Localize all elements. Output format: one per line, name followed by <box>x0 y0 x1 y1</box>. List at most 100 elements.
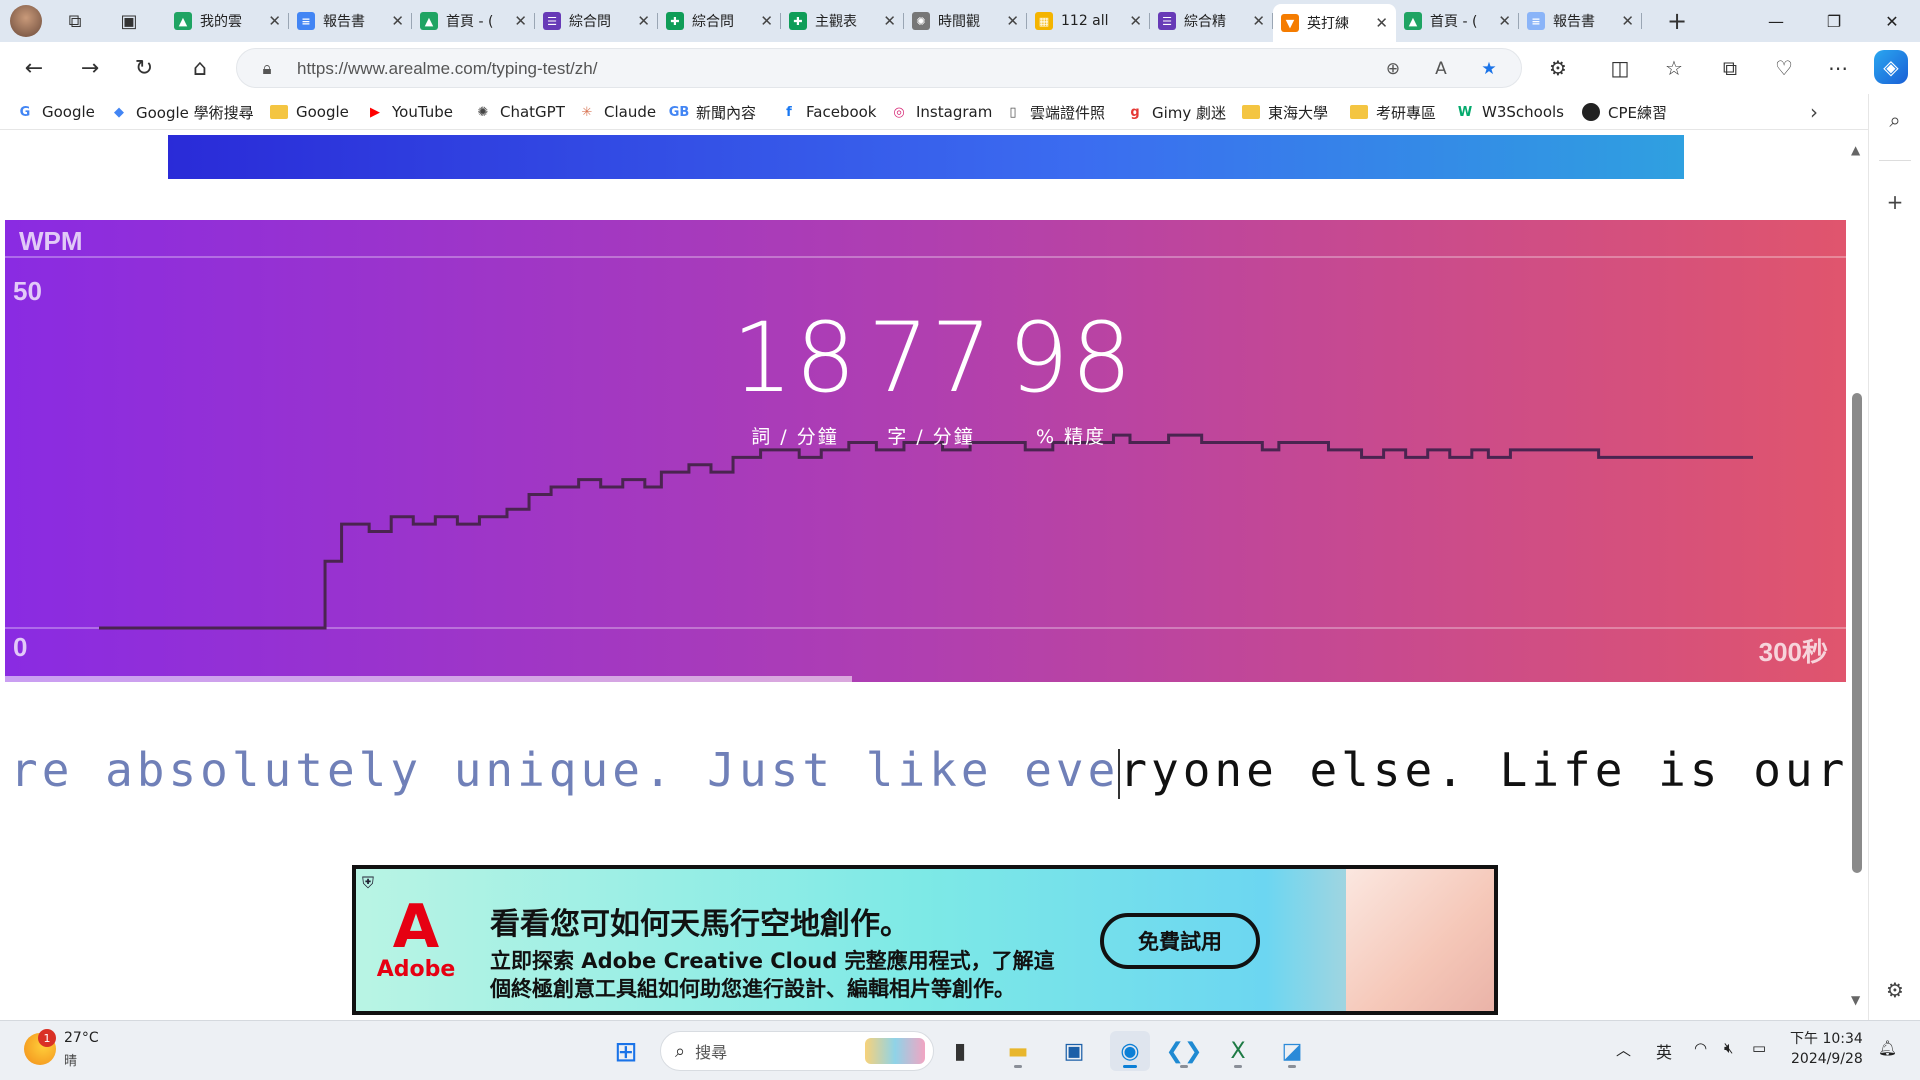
scrollbar-thumb[interactable] <box>1852 393 1862 873</box>
zoom-icon[interactable]: ⊕ <box>1379 55 1407 83</box>
page-scrollbar[interactable]: ▲ ▼ <box>1846 131 1868 1020</box>
tab-close-icon[interactable]: ✕ <box>760 12 773 30</box>
remote-desktop-icon[interactable]: ▣ <box>1054 1031 1094 1071</box>
task-view-icon[interactable]: ▮ <box>940 1031 980 1071</box>
bookmark-label: Google <box>42 103 95 121</box>
new-tab-button[interactable]: + <box>1662 6 1692 36</box>
battery-icon[interactable]: ▭ <box>1752 1039 1766 1057</box>
close-window-button[interactable]: ✕ <box>1864 0 1920 42</box>
bookmark-11[interactable]: 東海大學 <box>1242 100 1328 124</box>
site-info-icon[interactable]: 🔒︎ <box>253 55 281 83</box>
home-button[interactable]: ⌂ <box>182 50 218 86</box>
bookmark-3[interactable]: ▶ YouTube <box>366 100 453 124</box>
ad-choices-icon[interactable]: ⛨ <box>362 873 374 893</box>
edge-taskbar-icon[interactable]: ◉ <box>1110 1031 1150 1071</box>
tab-10[interactable]: ▲ 首頁 - (✕ <box>1396 4 1519 38</box>
scroll-down-arrow-icon[interactable]: ▼ <box>1851 993 1860 1007</box>
start-button-windows-icon[interactable]: ⊞ <box>606 1031 646 1071</box>
tab-1[interactable]: ≡ 報告書 ✕ <box>289 4 412 38</box>
tab-close-icon[interactable]: ✕ <box>1498 12 1511 30</box>
adobe-ad-banner[interactable]: ⛨ ⛨ A Adobe 看看您可如何天馬行空地創作。 立即探索 Adobe Cr… <box>352 865 1498 1015</box>
tab-strip: ⧉ ▣ ▲ 我的雲 ✕ ≡ 報告書 ✕ ▲ 首頁 - (✕ ☰ 綜合問 ✕ ✚ 綜合問 ✕ ✚ 主觀表 ✕ ✺ 時間… <box>0 0 1920 42</box>
bookmark-9[interactable]: ▯ 雲端證件照 <box>1004 100 1105 124</box>
typed-text: re absolutely unique. Just like eve <box>10 743 1120 797</box>
bookmark-label: Instagram <box>916 103 993 121</box>
tab-close-icon[interactable]: ✕ <box>637 12 650 30</box>
browser-essentials-icon[interactable]: ♡ <box>1766 50 1802 86</box>
bookmark-6[interactable]: GB 新聞內容 <box>669 100 756 124</box>
tab-close-icon[interactable]: ✕ <box>1375 14 1388 32</box>
tab-title: 綜合精 <box>1184 14 1226 30</box>
bookmark-10[interactable]: g Gimy 劇迷 <box>1126 100 1226 124</box>
taskbar-clock[interactable]: 下午 10:34 2024/9/28 <box>1790 1029 1863 1069</box>
tab-7[interactable]: ▦ 112 all ✕ <box>1027 4 1150 38</box>
tab-6[interactable]: ✺ 時間觀 ✕ <box>904 4 1027 38</box>
back-button[interactable]: ← <box>16 50 52 86</box>
favorite-star-icon[interactable]: ★ <box>1475 55 1503 83</box>
typing-text-area[interactable]: re absolutely unique. Just like everyone… <box>10 743 1846 813</box>
bookmark-12[interactable]: 考研專區 <box>1350 100 1436 124</box>
tab-close-icon[interactable]: ✕ <box>268 12 281 30</box>
scroll-up-arrow-icon[interactable]: ▲ <box>1851 143 1860 157</box>
restore-button[interactable]: ❐ <box>1806 0 1862 42</box>
bookmark-2[interactable]: Google <box>270 100 349 124</box>
doc-icon: ≡ <box>297 12 315 30</box>
url-field[interactable]: 🔒︎ https://www.arealme.com/typing-test/z… <box>236 48 1522 88</box>
x-end-label: 300秒 <box>1758 637 1828 667</box>
taskbar-search-box[interactable]: ⌕ 搜尋 <box>660 1031 934 1071</box>
bookmark-5[interactable]: ✳ Claude <box>578 100 657 124</box>
bookmark-8[interactable]: ◎ Instagram <box>890 100 992 124</box>
sidebar-add-icon[interactable]: + <box>1879 186 1911 218</box>
photos-icon[interactable]: ◪ <box>1272 1031 1312 1071</box>
split-screen-icon[interactable]: ◫ <box>1602 50 1638 86</box>
tab-close-icon[interactable]: ✕ <box>1006 12 1019 30</box>
tab-close-icon[interactable]: ✕ <box>1621 12 1634 30</box>
forward-button[interactable]: → <box>72 50 108 86</box>
bookmark-7[interactable]: f Facebook <box>780 100 876 124</box>
minimize-button[interactable]: — <box>1748 0 1804 42</box>
tab-0[interactable]: ▲ 我的雲 ✕ <box>166 4 289 38</box>
tab-close-icon[interactable]: ✕ <box>1129 12 1142 30</box>
tab-close-icon[interactable]: ✕ <box>391 12 404 30</box>
y-min-label: 0 <box>13 632 28 662</box>
bookmark-0[interactable]: G Google <box>16 100 95 124</box>
tab-close-icon[interactable]: ✕ <box>883 12 896 30</box>
sidebar-settings-gear-icon[interactable]: ⚙ <box>1879 974 1911 1006</box>
tray-overflow-chevron-icon[interactable]: ︿ <box>1616 1039 1631 1060</box>
workspaces-icon[interactable]: ⧉ <box>62 8 88 34</box>
file-explorer-icon[interactable]: ▬ <box>998 1031 1038 1071</box>
tab-11[interactable]: ≡ 報告書 ✕ <box>1519 4 1642 38</box>
ime-indicator[interactable]: 英 <box>1656 1039 1672 1063</box>
folder-icon <box>1350 105 1368 119</box>
tab-close-icon[interactable]: ✕ <box>1252 12 1265 30</box>
excel-icon[interactable]: X <box>1218 1031 1258 1071</box>
ad-free-trial-button[interactable]: 免費試用 <box>1100 913 1260 969</box>
tab-5[interactable]: ✚ 主觀表 ✕ <box>781 4 904 38</box>
tab-4[interactable]: ✚ 綜合問 ✕ <box>658 4 781 38</box>
bookmark-4[interactable]: ✺ ChatGPT <box>474 100 565 124</box>
sidebar-search-icon[interactable]: ⌕ <box>1879 104 1911 136</box>
tab-8[interactable]: ☰ 綜合精 ✕ <box>1150 4 1273 38</box>
vscode-icon[interactable]: ❮❯ <box>1164 1031 1204 1071</box>
copilot-icon[interactable]: ◈ <box>1874 50 1908 84</box>
read-aloud-icon[interactable]: A <box>1427 55 1455 83</box>
bookmark-14[interactable]: CPE練習 <box>1582 100 1667 124</box>
more-menu-icon[interactable]: ⋯ <box>1820 50 1856 86</box>
refresh-button[interactable]: ↻ <box>126 50 162 86</box>
bookmark-13[interactable]: W W3Schools <box>1456 100 1564 124</box>
tab-3[interactable]: ☰ 綜合問 ✕ <box>535 4 658 38</box>
tab-9[interactable]: ▼ 英打練 ✕ <box>1273 4 1396 42</box>
favorites-icon[interactable]: ☆ <box>1656 50 1692 86</box>
tab-close-icon[interactable]: ✕ <box>514 12 527 30</box>
speaker-muted-icon[interactable]: 🔇︎ <box>1724 1039 1733 1057</box>
collections-icon[interactable]: ⧉ <box>1712 50 1748 86</box>
bookmark-1[interactable]: ◆ Google 學術搜尋 <box>110 100 254 124</box>
doc-icon: ≡ <box>1527 12 1545 30</box>
tab-2[interactable]: ▲ 首頁 - (✕ <box>412 4 535 38</box>
extensions-icon[interactable]: ⚙︎ <box>1540 50 1576 86</box>
wifi-icon[interactable]: ◠ <box>1694 1039 1707 1057</box>
profile-avatar[interactable] <box>10 5 42 37</box>
notification-bell-icon[interactable]: 🔔︎ <box>1878 1039 1897 1057</box>
bookmarks-overflow-chevron-icon[interactable]: › <box>1810 100 1818 124</box>
vertical-tabs-icon[interactable]: ▣ <box>116 8 142 34</box>
